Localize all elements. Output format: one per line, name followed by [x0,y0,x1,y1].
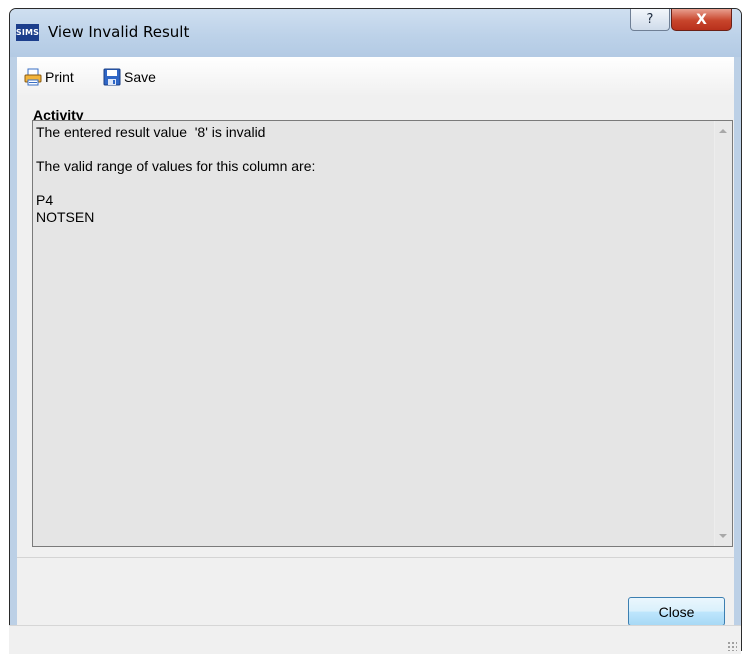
background-edge [0,0,9,653]
message-line: The entered result value '8' is invalid [36,124,266,140]
window-title: View Invalid Result [48,23,190,41]
message-line: The valid range of values for this colum… [36,158,316,174]
print-label: Print [45,69,74,85]
dialog-content: Print Save Activity The entered result v… [17,57,734,645]
close-button[interactable]: Close [628,597,725,626]
window-close-button[interactable]: X [671,9,732,31]
question-mark-icon: ? [646,12,654,27]
save-button[interactable]: Save [103,67,156,87]
sims-app-icon: SIMS [16,24,39,41]
floppy-disk-icon [103,68,121,86]
help-button[interactable]: ? [630,9,670,31]
title-bar[interactable]: SIMS View Invalid Result ? X [10,9,741,57]
message-line: NOTSEN [36,209,95,225]
save-label: Save [124,69,156,85]
scroll-up-arrow-icon[interactable] [719,129,727,133]
printer-icon [24,68,42,86]
close-icon: X [696,11,707,28]
dialog-window: SIMS View Invalid Result ? X Print Save … [9,8,742,651]
vertical-scrollbar[interactable] [714,121,732,546]
status-bar [9,625,741,654]
resize-grip-icon[interactable] [727,641,737,651]
activity-textbox[interactable]: The entered result value '8' is invalid … [32,120,733,547]
scroll-down-arrow-icon[interactable] [719,534,727,538]
print-button[interactable]: Print [24,67,74,87]
divider [17,557,734,558]
message-line: P4 [36,192,54,208]
toolbar: Print Save [17,57,734,97]
